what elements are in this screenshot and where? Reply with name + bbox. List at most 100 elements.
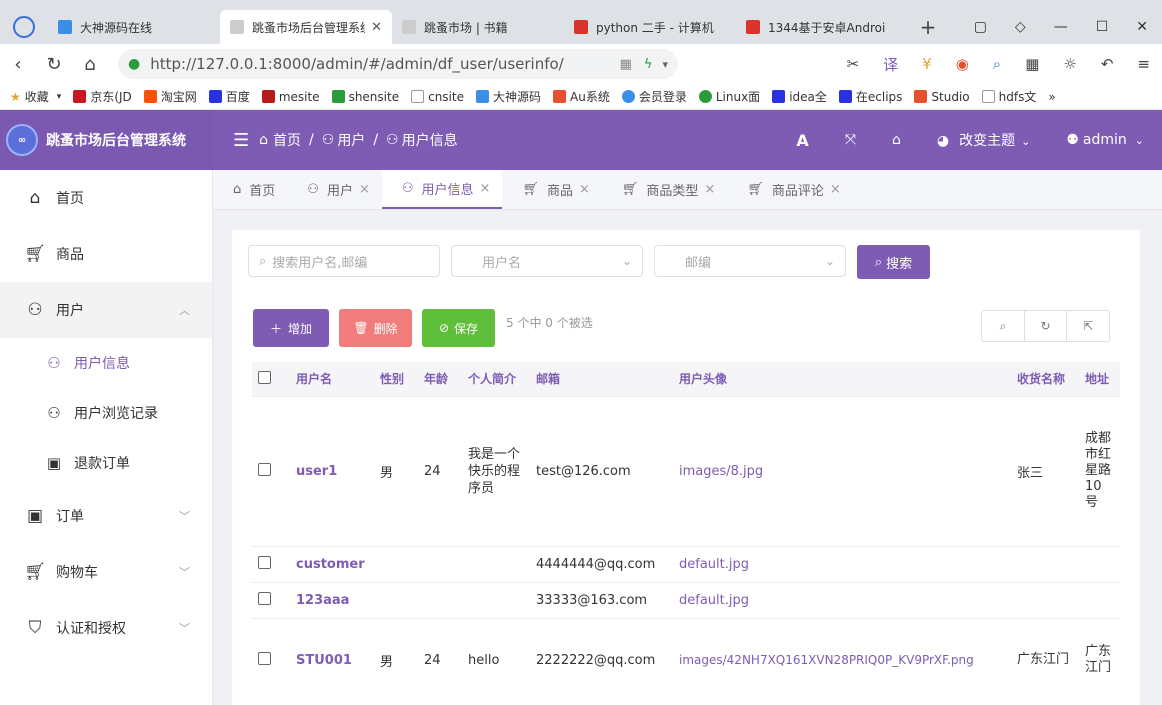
row-checkbox[interactable]: [258, 591, 271, 605]
column-header[interactable]: 年龄: [418, 362, 462, 396]
add-button[interactable]: ＋增加: [253, 309, 329, 347]
close-icon[interactable]: ×: [579, 182, 590, 197]
row-checkbox[interactable]: [258, 555, 271, 569]
column-header[interactable]: 邮箱: [530, 362, 673, 396]
column-header[interactable]: 收货名称: [1011, 362, 1079, 396]
chevron-down-icon[interactable]: ▾: [662, 58, 668, 71]
undo-icon[interactable]: ↶: [1101, 55, 1114, 73]
row-checkbox[interactable]: [258, 651, 271, 665]
home-icon[interactable]: ⌂: [892, 132, 901, 148]
scissors-icon[interactable]: ✂: [847, 55, 860, 73]
column-header[interactable]: 个人简介: [462, 362, 530, 396]
lightning-icon[interactable]: ϟ: [644, 57, 653, 72]
sidebar-item-home[interactable]: ⌂ 首页: [0, 170, 212, 226]
sidebar-subitem-refund-orders[interactable]: ▣ 退款订单: [0, 438, 212, 488]
font-size-icon[interactable]: A: [796, 131, 808, 150]
brightness-icon[interactable]: ☼: [1063, 55, 1076, 73]
grid-icon[interactable]: ▦: [1025, 55, 1039, 73]
search-input[interactable]: ⌕ 搜索用户名,邮编: [248, 245, 440, 277]
select-all-checkbox[interactable]: [258, 370, 271, 384]
breadcrumb-item[interactable]: 用户信息: [402, 130, 458, 150]
username-link[interactable]: user1: [290, 395, 374, 546]
address-bar[interactable]: ● http://127.0.0.1:8000/admin/#/admin/df…: [118, 49, 678, 79]
bookmark-item[interactable]: 京东(JD: [73, 88, 132, 105]
coin-icon[interactable]: ¥: [922, 55, 932, 73]
column-header[interactable]: 地址: [1079, 362, 1120, 396]
sidebar-item-users[interactable]: ⚇ 用户 ︿: [0, 282, 212, 338]
sidebar-item-cart[interactable]: 🛒︎ 购物车 ﹀: [0, 544, 212, 600]
bookmark-item[interactable]: mesite: [261, 90, 320, 104]
breadcrumb-item[interactable]: 用户: [337, 130, 365, 150]
gamepad-icon[interactable]: ◉: [956, 55, 969, 73]
tab-count-icon[interactable]: ▢: [974, 19, 987, 35]
sidebar-subitem-browse-history[interactable]: ⚇ 用户浏览记录: [0, 388, 212, 438]
sidebar-item-goods[interactable]: 🛒︎ 商品: [0, 226, 212, 282]
bookmark-item[interactable]: hdfs文: [981, 88, 1036, 105]
tab-goods-comments[interactable]: 🛒︎ 商品评论 ×: [727, 170, 852, 209]
translate-icon[interactable]: 译: [883, 54, 898, 75]
column-header[interactable]: 性别: [374, 362, 418, 396]
browser-tab[interactable]: python 二手 - 计算机: [564, 10, 736, 44]
maximize-icon[interactable]: ☐: [1096, 19, 1109, 35]
minimize-icon[interactable]: —: [1054, 19, 1068, 35]
user-menu[interactable]: ⚉ admin ⌄: [1066, 132, 1144, 148]
bookmark-item[interactable]: ★ 收藏 ▾: [10, 88, 61, 105]
reload-icon[interactable]: ↻: [36, 54, 72, 75]
bookmark-item[interactable]: Linux面: [698, 88, 760, 105]
bookmark-item[interactable]: 在eclips: [838, 88, 902, 105]
bookmark-item[interactable]: 百度: [208, 88, 250, 105]
tab-goods-type[interactable]: 🛒︎ 商品类型 ×: [602, 170, 727, 209]
close-icon[interactable]: ×: [704, 182, 715, 197]
qr-icon[interactable]: ▦: [620, 57, 632, 72]
breadcrumb-item[interactable]: 首页: [273, 130, 301, 150]
bookmark-item[interactable]: 会员登录: [621, 88, 687, 105]
tab-userinfo[interactable]: ⚇ 用户信息 ×: [381, 170, 503, 209]
browser-tab-active[interactable]: 跳蚤市场后台管理系统 ✕: [220, 10, 392, 44]
close-icon[interactable]: ×: [830, 182, 841, 197]
bookmark-item[interactable]: Au系统: [553, 88, 610, 105]
bookmark-item[interactable]: 大神源码: [475, 88, 541, 105]
menu-icon[interactable]: ≡: [1137, 55, 1150, 73]
browser-tab[interactable]: 跳蚤市场 | 书籍: [392, 10, 564, 44]
delete-button[interactable]: 🗑︎ 删除: [339, 309, 412, 347]
column-header[interactable]: 用户头像: [673, 362, 1011, 396]
column-header[interactable]: 用户名: [290, 362, 374, 396]
tab-goods[interactable]: 🛒︎ 商品 ×: [502, 170, 601, 209]
search-icon[interactable]: ⌕: [993, 55, 1001, 73]
tab-users[interactable]: ⚇ 用户 ×: [287, 170, 382, 209]
menu-toggle-icon[interactable]: ☰: [233, 130, 249, 151]
sidebar-subitem-userinfo[interactable]: ⚇ 用户信息: [0, 338, 212, 388]
home-icon[interactable]: ⌂: [72, 54, 108, 75]
browser-tab[interactable]: 1344基于安卓Androi: [736, 10, 908, 44]
refresh-icon[interactable]: ↻: [1025, 311, 1068, 341]
browser-tab[interactable]: 大神源码在线: [48, 10, 220, 44]
close-icon[interactable]: ×: [359, 182, 370, 197]
browser-logo-icon[interactable]: [0, 10, 48, 44]
close-icon[interactable]: ✕: [371, 20, 382, 35]
sidebar-item-orders[interactable]: ▣ 订单 ﹀: [0, 488, 212, 544]
bookmarks-more-icon[interactable]: »: [1048, 90, 1055, 104]
theme-switcher[interactable]: ◕ 改变主题 ⌄: [937, 130, 1030, 150]
save-button[interactable]: ⊘ 保存: [422, 309, 495, 347]
close-window-icon[interactable]: ✕: [1136, 19, 1148, 35]
row-checkbox[interactable]: [258, 462, 271, 476]
sidebar-item-auth[interactable]: ⛉ 认证和授权 ﹀: [0, 600, 212, 656]
back-icon[interactable]: ‹: [0, 54, 36, 75]
fullscreen-icon[interactable]: ⤧: [845, 132, 856, 148]
close-icon[interactable]: ×: [480, 181, 491, 196]
username-link[interactable]: 123aaa: [290, 581, 374, 618]
username-link[interactable]: customer: [290, 545, 374, 582]
bookmark-item[interactable]: idea全: [772, 88, 827, 105]
shirt-icon[interactable]: ◇: [1015, 19, 1026, 35]
username-select[interactable]: 用户名 ⌄: [451, 245, 643, 277]
tab-home[interactable]: ⌂ 首页: [213, 170, 287, 209]
email-select[interactable]: 邮编 ⌄: [654, 245, 846, 277]
bookmark-item[interactable]: 淘宝网: [143, 88, 197, 105]
bookmark-item[interactable]: Studio: [914, 90, 970, 104]
username-link[interactable]: STU001: [290, 617, 374, 702]
export-icon[interactable]: ⇱: [1067, 311, 1109, 341]
new-tab-icon[interactable]: +: [908, 10, 948, 44]
search-icon[interactable]: ⌕: [982, 311, 1025, 341]
bookmark-item[interactable]: cnsite: [411, 90, 464, 104]
search-button[interactable]: ⌕ 搜索: [857, 245, 930, 279]
